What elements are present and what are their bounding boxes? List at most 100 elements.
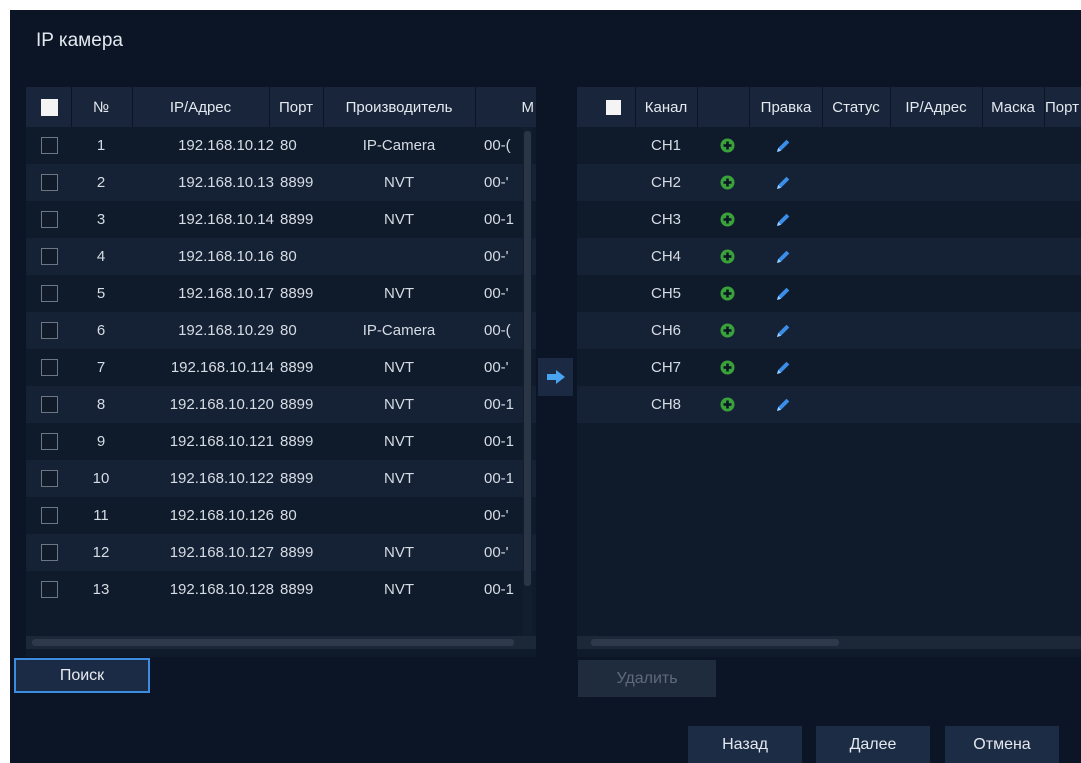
channel-row[interactable]: CH3 bbox=[577, 201, 1081, 238]
channel-row[interactable]: CH5 bbox=[577, 275, 1081, 312]
header-ip-address-channel[interactable]: IP/Адрес bbox=[891, 87, 981, 127]
pencil-icon[interactable] bbox=[774, 137, 792, 155]
add-camera-button[interactable] bbox=[705, 386, 749, 423]
add-camera-button[interactable] bbox=[705, 312, 749, 349]
header-edit[interactable]: Правка bbox=[750, 87, 822, 127]
row-checkbox-cell[interactable] bbox=[34, 534, 64, 571]
edit-channel-button[interactable] bbox=[765, 349, 801, 386]
row-checkbox-cell[interactable] bbox=[34, 238, 64, 275]
row-checkbox-cell[interactable] bbox=[34, 386, 64, 423]
row-checkbox[interactable] bbox=[40, 211, 58, 228]
pencil-icon[interactable] bbox=[774, 359, 792, 377]
row-checkbox[interactable] bbox=[40, 174, 58, 191]
plus-circle-icon[interactable] bbox=[720, 397, 735, 412]
select-all-checkbox-cell[interactable] bbox=[34, 87, 64, 127]
table-row[interactable]: 12 192.168.10.127 8899 NVT 00-' bbox=[26, 534, 536, 571]
row-checkbox-cell[interactable] bbox=[34, 312, 64, 349]
row-checkbox[interactable] bbox=[40, 433, 58, 450]
row-checkbox-cell[interactable] bbox=[34, 127, 64, 164]
select-all-checkbox[interactable] bbox=[40, 98, 58, 116]
plus-circle-icon[interactable] bbox=[720, 249, 735, 264]
discovered-cameras-horizontal-scrollbar[interactable] bbox=[26, 636, 536, 649]
row-checkbox[interactable] bbox=[40, 396, 58, 413]
header-port[interactable]: Порт bbox=[270, 87, 322, 127]
table-row[interactable]: 5 192.168.10.17 8899 NVT 00-' bbox=[26, 275, 536, 312]
header-channel[interactable]: Канал bbox=[636, 87, 696, 127]
table-row[interactable]: 1 192.168.10.12 80 IP-Camera 00-( bbox=[26, 127, 536, 164]
table-row[interactable]: 4 192.168.10.16 80 00-' bbox=[26, 238, 536, 275]
row-checkbox[interactable] bbox=[40, 285, 58, 302]
row-checkbox[interactable] bbox=[40, 544, 58, 561]
search-button[interactable]: Поиск bbox=[14, 658, 150, 693]
row-checkbox-cell[interactable] bbox=[34, 275, 64, 312]
table-row[interactable]: 10 192.168.10.122 8899 NVT 00-1 bbox=[26, 460, 536, 497]
back-button[interactable]: Назад bbox=[688, 726, 802, 763]
plus-circle-icon[interactable] bbox=[720, 138, 735, 153]
vertical-scrollbar-thumb[interactable] bbox=[524, 131, 531, 586]
row-checkbox[interactable] bbox=[40, 322, 58, 339]
header-port-channel[interactable]: Порт bbox=[1045, 87, 1081, 127]
channel-row[interactable]: CH6 bbox=[577, 312, 1081, 349]
channel-row[interactable]: CH4 bbox=[577, 238, 1081, 275]
channel-row[interactable]: CH8 bbox=[577, 386, 1081, 423]
plus-circle-icon[interactable] bbox=[720, 360, 735, 375]
edit-channel-button[interactable] bbox=[765, 275, 801, 312]
add-camera-button[interactable] bbox=[705, 349, 749, 386]
select-all-channels-cell[interactable] bbox=[598, 87, 628, 127]
edit-channel-button[interactable] bbox=[765, 127, 801, 164]
add-camera-button[interactable] bbox=[705, 275, 749, 312]
row-checkbox[interactable] bbox=[40, 507, 58, 524]
table-row[interactable]: 6 192.168.10.29 80 IP-Camera 00-( bbox=[26, 312, 536, 349]
next-button[interactable]: Далее bbox=[816, 726, 930, 763]
edit-channel-button[interactable] bbox=[765, 386, 801, 423]
pencil-icon[interactable] bbox=[774, 396, 792, 414]
edit-channel-button[interactable] bbox=[765, 201, 801, 238]
select-all-channels-checkbox[interactable] bbox=[605, 99, 621, 115]
discovered-cameras-vertical-scrollbar[interactable] bbox=[523, 127, 532, 636]
row-checkbox[interactable] bbox=[40, 581, 58, 598]
table-row[interactable]: 7 192.168.10.114 8899 NVT 00-' bbox=[26, 349, 536, 386]
table-row[interactable]: 11 192.168.10.126 80 00-' bbox=[26, 497, 536, 534]
row-checkbox-cell[interactable] bbox=[34, 423, 64, 460]
cancel-button[interactable]: Отмена bbox=[945, 726, 1059, 763]
row-checkbox-cell[interactable] bbox=[34, 460, 64, 497]
pencil-icon[interactable] bbox=[774, 248, 792, 266]
pencil-icon[interactable] bbox=[774, 211, 792, 229]
row-checkbox-cell[interactable] bbox=[34, 164, 64, 201]
table-row[interactable]: 3 192.168.10.14 8899 NVT 00-1 bbox=[26, 201, 536, 238]
row-checkbox[interactable] bbox=[40, 470, 58, 487]
header-mac[interactable]: M bbox=[476, 87, 536, 127]
row-checkbox[interactable] bbox=[40, 359, 58, 376]
add-camera-button[interactable] bbox=[705, 201, 749, 238]
channels-horizontal-scrollbar[interactable] bbox=[577, 636, 1081, 649]
table-row[interactable]: 13 192.168.10.128 8899 NVT 00-1 bbox=[26, 571, 536, 608]
plus-circle-icon[interactable] bbox=[720, 212, 735, 227]
channel-row[interactable]: CH2 bbox=[577, 164, 1081, 201]
header-manufacturer[interactable]: Производитель bbox=[324, 87, 474, 127]
plus-circle-icon[interactable] bbox=[720, 286, 735, 301]
pencil-icon[interactable] bbox=[774, 322, 792, 340]
pencil-icon[interactable] bbox=[774, 174, 792, 192]
channels-scrollbar-thumb[interactable] bbox=[591, 639, 839, 646]
header-ip-address[interactable]: IP/Адрес bbox=[133, 87, 268, 127]
plus-circle-icon[interactable] bbox=[720, 175, 735, 190]
row-checkbox-cell[interactable] bbox=[34, 201, 64, 238]
channel-row[interactable]: CH7 bbox=[577, 349, 1081, 386]
header-number[interactable]: № bbox=[76, 87, 126, 127]
edit-channel-button[interactable] bbox=[765, 312, 801, 349]
table-row[interactable]: 2 192.168.10.13 8899 NVT 00-' bbox=[26, 164, 536, 201]
channel-row[interactable]: CH1 bbox=[577, 127, 1081, 164]
row-checkbox[interactable] bbox=[40, 248, 58, 265]
delete-button[interactable]: Удалить bbox=[578, 660, 716, 697]
add-camera-button[interactable] bbox=[705, 127, 749, 164]
add-camera-button[interactable] bbox=[705, 164, 749, 201]
edit-channel-button[interactable] bbox=[765, 164, 801, 201]
table-row[interactable]: 9 192.168.10.121 8899 NVT 00-1 bbox=[26, 423, 536, 460]
header-status[interactable]: Статус bbox=[823, 87, 889, 127]
row-checkbox-cell[interactable] bbox=[34, 497, 64, 534]
row-checkbox-cell[interactable] bbox=[34, 349, 64, 386]
pencil-icon[interactable] bbox=[774, 285, 792, 303]
plus-circle-icon[interactable] bbox=[720, 323, 735, 338]
row-checkbox-cell[interactable] bbox=[34, 571, 64, 608]
edit-channel-button[interactable] bbox=[765, 238, 801, 275]
